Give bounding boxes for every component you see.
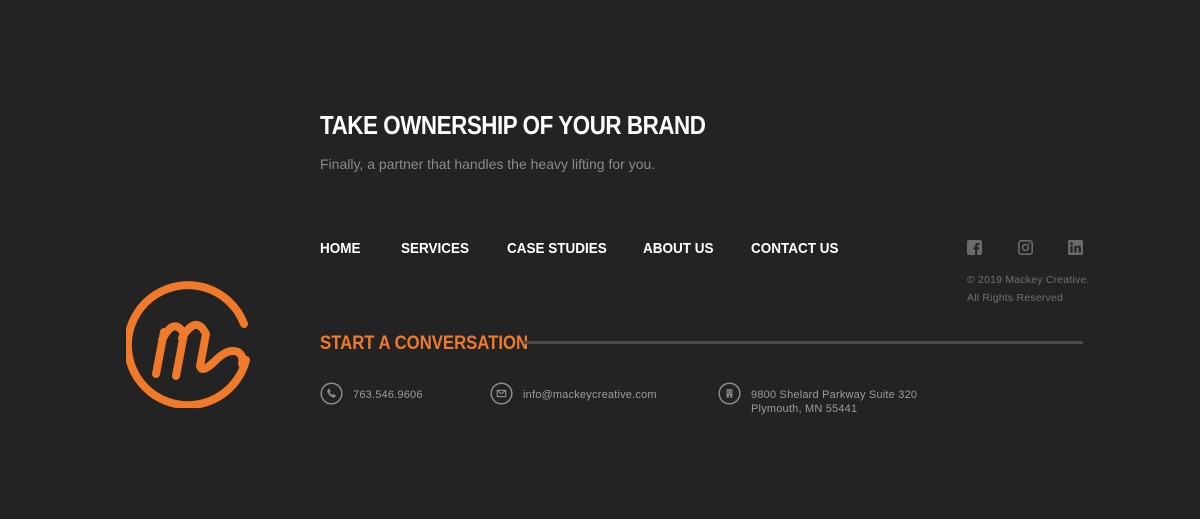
address-line-1: 9800 Shelard Parkway Suite 320 <box>751 389 918 401</box>
nav-link-services[interactable]: SERVICES <box>401 240 469 257</box>
copyright-line-1: © 2019 Mackey Creative. <box>967 274 1090 286</box>
facebook-icon[interactable] <box>967 240 982 255</box>
linkedin-icon[interactable] <box>1068 240 1083 255</box>
nav-link-about-us[interactable]: ABOUT US <box>643 240 714 257</box>
copyright-line-2: All Rights Reserved <box>967 292 1064 304</box>
footer-headline: TAKE OWNERSHIP OF YOUR BRAND <box>320 110 706 140</box>
street-address: 9800 Shelard Parkway Suite 320 Plymouth,… <box>751 388 917 416</box>
phone-number: 763.546.9606 <box>353 389 423 401</box>
start-conversation-heading[interactable]: START A CONVERSATION <box>320 333 528 355</box>
site-footer: TAKE OWNERSHIP OF YOUR BRAND Finally, a … <box>0 0 1200 519</box>
building-icon <box>718 382 741 405</box>
footer-subline: Finally, a partner that handles the heav… <box>320 156 656 172</box>
copyright: © 2019 Mackey Creative. All Rights Reser… <box>967 271 1090 307</box>
mackey-creative-logo[interactable] <box>126 278 256 408</box>
email-address: info@mackeycreative.com <box>523 389 657 401</box>
cta-divider <box>523 341 1083 344</box>
nav-link-contact-us[interactable]: CONTACT US <box>751 240 838 257</box>
instagram-icon[interactable] <box>1018 240 1033 255</box>
address-line-2: Plymouth, MN 55441 <box>751 403 858 415</box>
nav-link-home[interactable]: HOME <box>320 240 361 257</box>
email-icon <box>490 382 513 405</box>
phone-icon <box>320 382 343 405</box>
nav-link-case-studies[interactable]: CASE STUDIES <box>507 240 607 257</box>
